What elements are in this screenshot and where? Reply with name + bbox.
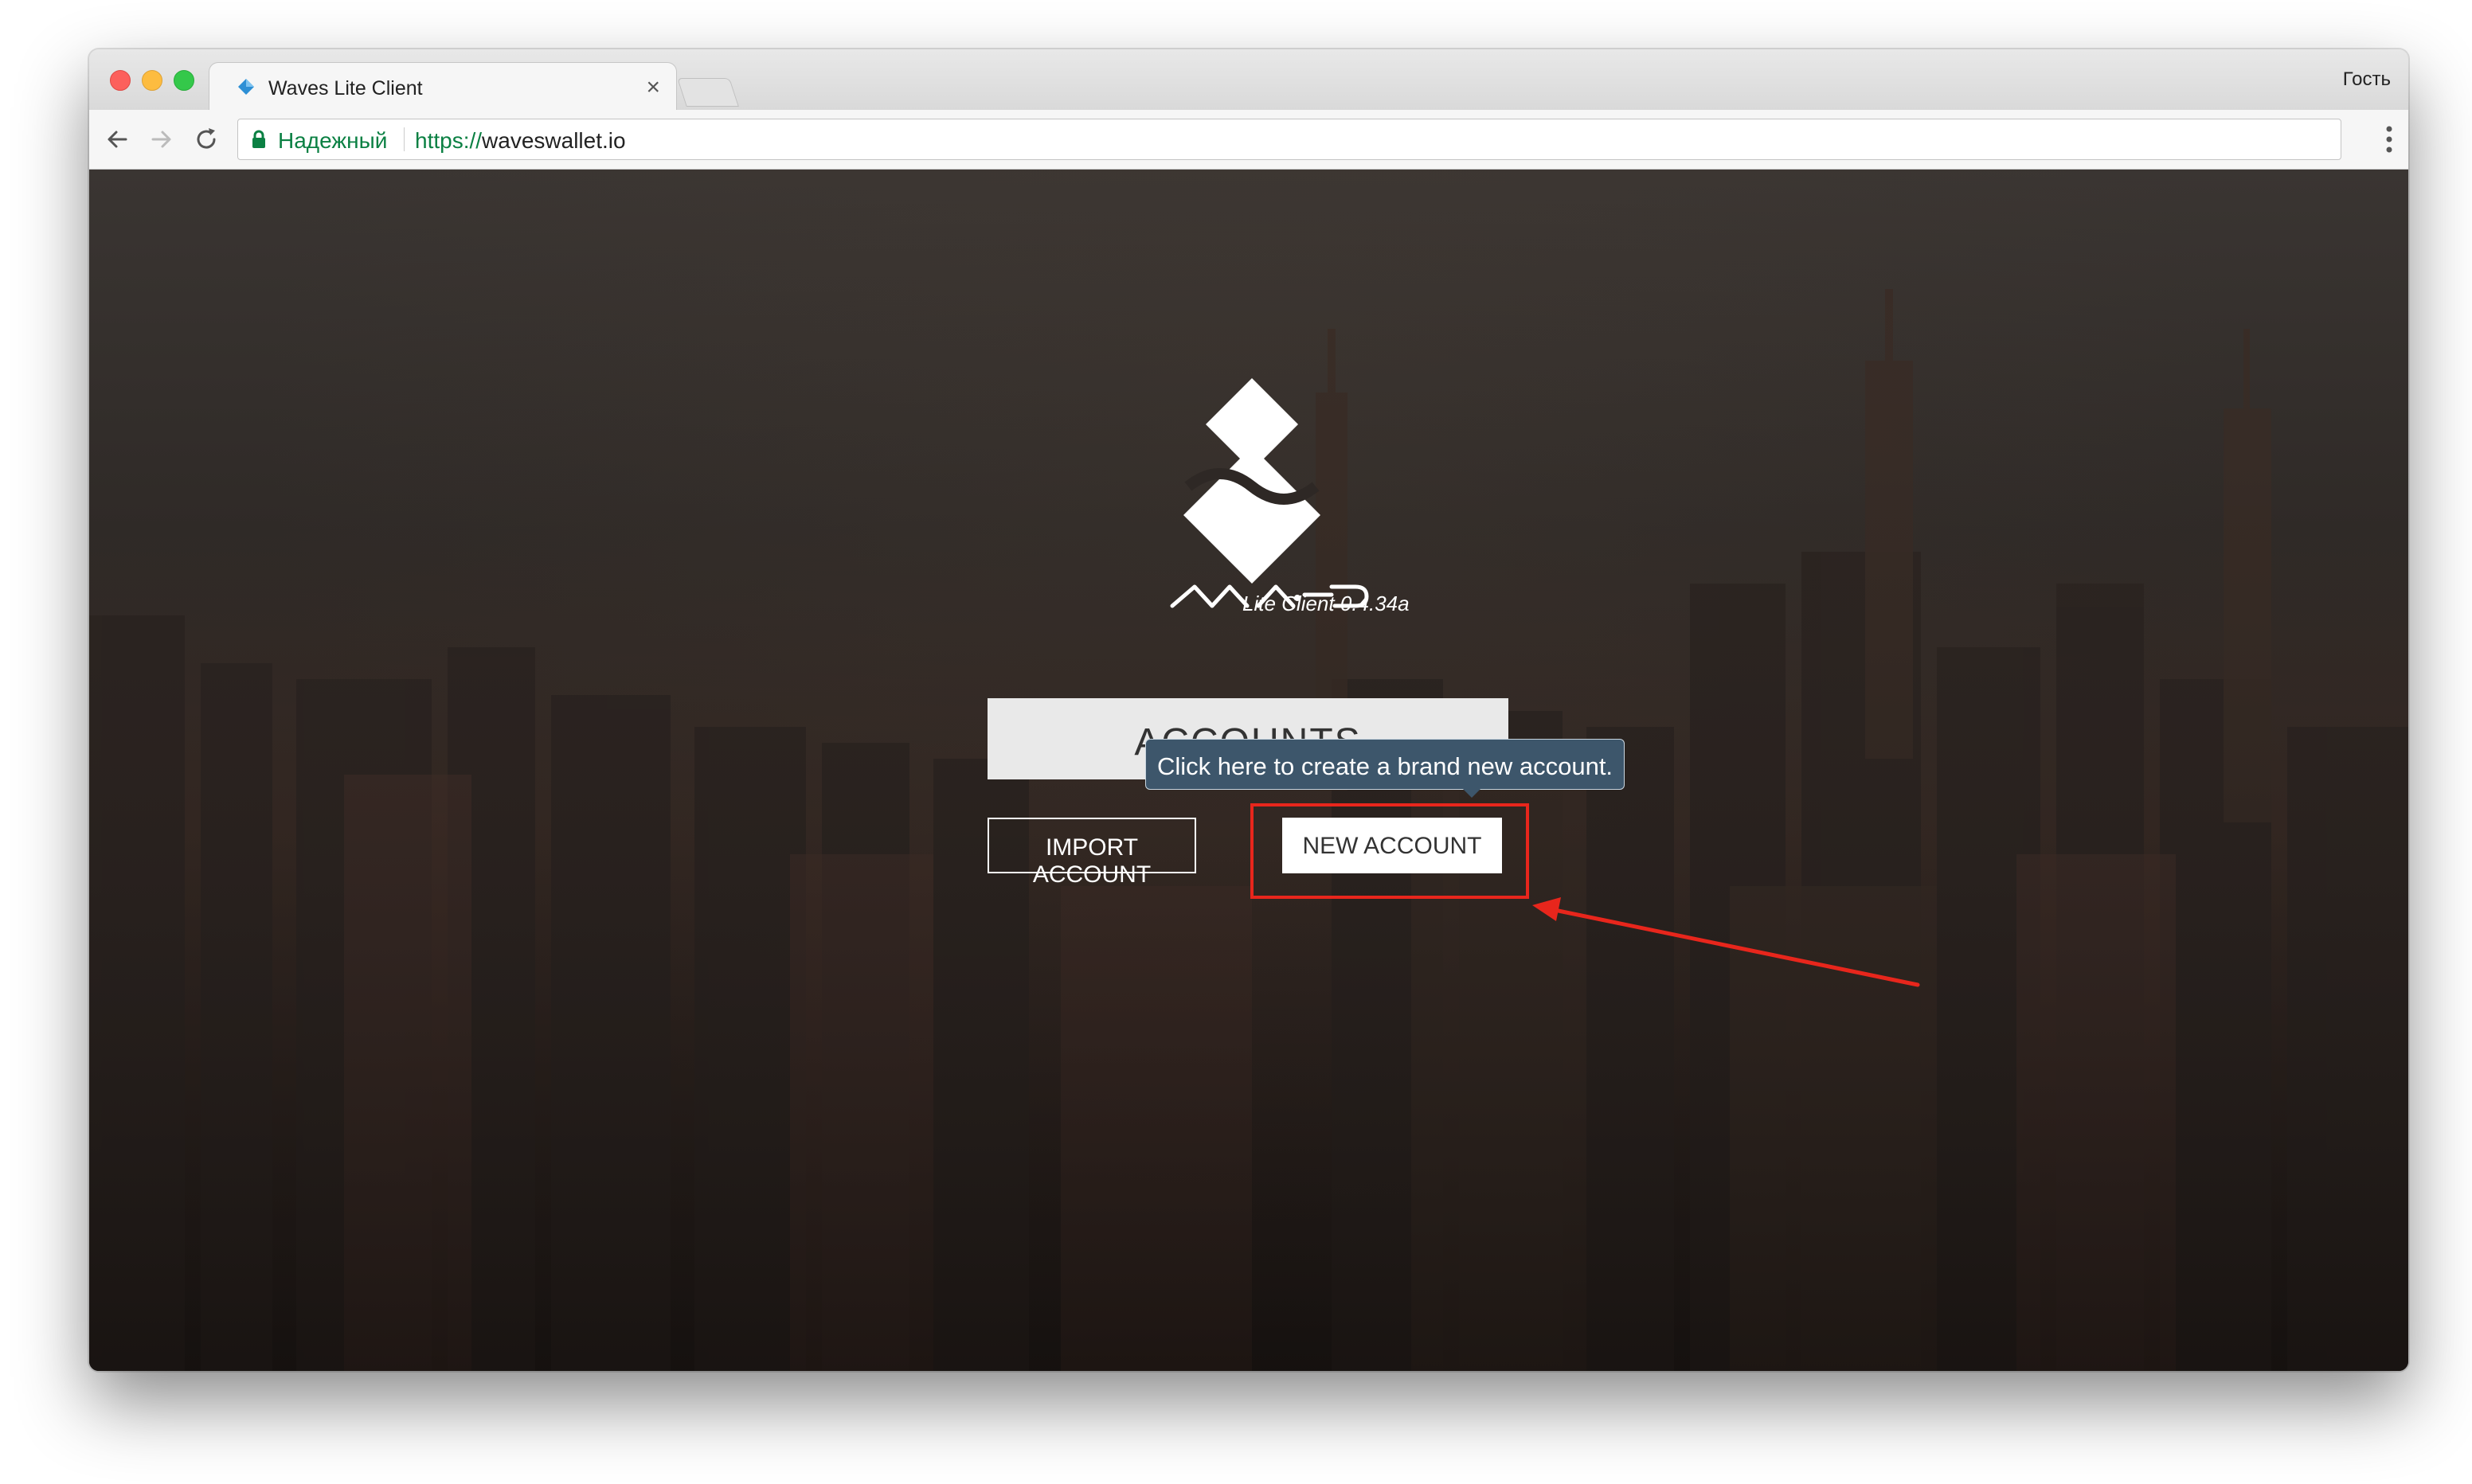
import-account-label: IMPORT ACCOUNT [1032, 834, 1152, 888]
kebab-menu-icon[interactable] [2386, 124, 2392, 154]
address-bar[interactable]: Надежный https://waveswallet.io [237, 119, 2341, 160]
tooltip-text: Click here to create a brand new account… [1156, 752, 1613, 780]
profile-label[interactable]: Гость [2343, 68, 2391, 91]
reload-icon[interactable] [193, 126, 220, 153]
page-viewport: Lite Client 0.4.34a ACCOUNTS Click here … [89, 170, 2408, 1371]
back-arrow-icon[interactable] [104, 126, 131, 153]
browser-window: Waves Lite Client × Гость Надежный https… [89, 49, 2408, 1371]
version-label: Lite Client 0.4.34a [1242, 592, 1410, 615]
tooltip-pointer [1462, 788, 1481, 798]
browser-tab[interactable]: Waves Lite Client × [209, 62, 677, 111]
annotation-arrow-icon [1532, 897, 1920, 987]
title-bar: Waves Lite Client × Гость [89, 49, 2408, 111]
lock-icon [252, 130, 265, 148]
waves-favicon-icon [238, 79, 254, 95]
url-scheme: https:// [415, 128, 483, 153]
close-window-button[interactable] [110, 70, 131, 91]
forward-arrow-icon[interactable] [148, 126, 175, 153]
browser-toolbar: Надежный https://waveswallet.io [89, 110, 2408, 170]
tab-title: Waves Lite Client [268, 77, 423, 100]
url-separator [404, 127, 405, 151]
minimize-window-button[interactable] [142, 70, 162, 91]
waves-logo [1170, 378, 1369, 608]
highlight-box [1250, 803, 1529, 899]
maximize-window-button[interactable] [174, 70, 194, 91]
tab-close-icon[interactable]: × [646, 74, 660, 101]
new-tab-button[interactable] [677, 78, 739, 107]
secure-label: Надежный [278, 128, 388, 153]
url-host: waveswallet.io [482, 128, 626, 153]
import-account-button[interactable]: IMPORT ACCOUNT [988, 818, 1196, 888]
url-text: https://waveswallet.io [415, 128, 626, 154]
new-account-tooltip: Click here to create a brand new account… [1145, 739, 1625, 790]
